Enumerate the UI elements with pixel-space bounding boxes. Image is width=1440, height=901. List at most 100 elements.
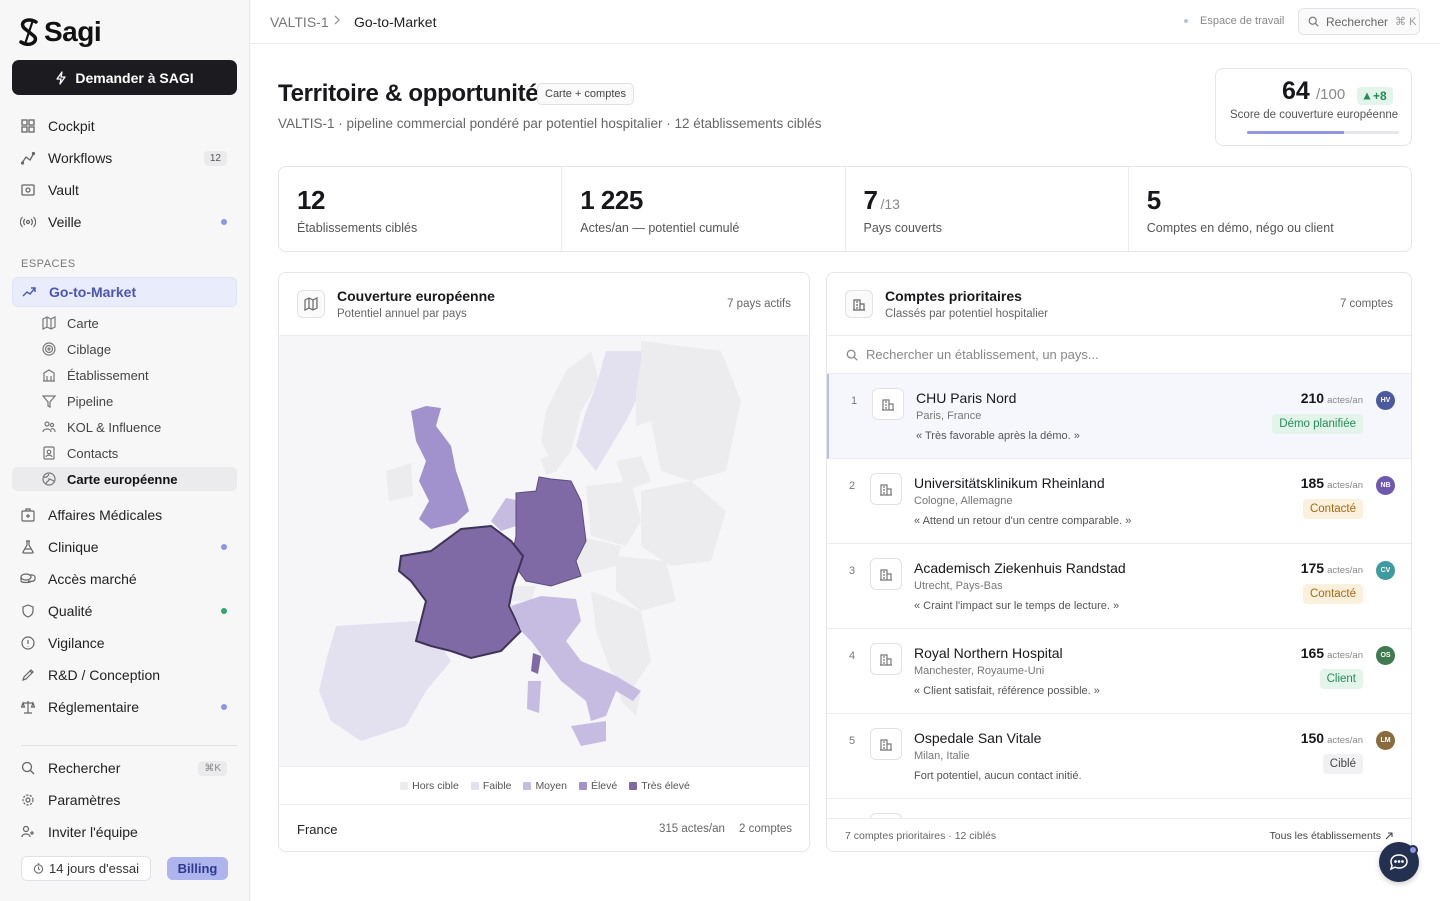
breadcrumb-current: Go-to-Market — [354, 14, 437, 30]
all-establishments-link[interactable]: Tous les établissements — [1270, 830, 1393, 842]
owner-avatar[interactable]: CV — [1376, 561, 1395, 580]
sub-label: KOL & Influence — [67, 419, 162, 435]
owner-avatar[interactable]: LM — [1376, 731, 1395, 750]
account-row[interactable]: 4 Royal Northern Hospital Manchester, Roya… — [827, 629, 1411, 714]
billing-button[interactable]: Billing — [167, 857, 228, 880]
europe-map-svg — [319, 341, 741, 746]
sub-contacts[interactable]: Contacts — [12, 441, 237, 465]
gear-icon — [20, 792, 36, 808]
account-note: « Craint l'impact sur le temps de lectur… — [914, 600, 1120, 612]
notification-dot — [1408, 845, 1418, 855]
sub-kol-influence[interactable]: KOL & Influence — [12, 415, 237, 439]
chat-bubble-icon — [1389, 854, 1408, 871]
country-ireland[interactable] — [386, 463, 413, 501]
country-sardinia[interactable] — [527, 681, 541, 713]
timer-icon — [33, 863, 44, 874]
country-france[interactable] — [397, 524, 525, 660]
country-germany[interactable] — [510, 476, 587, 587]
nav-rd-conception[interactable]: R&D / Conception — [12, 660, 237, 690]
account-name: Ospedale San Vitale — [914, 730, 1042, 746]
nav-qualite[interactable]: Qualité — [12, 596, 237, 626]
country-poland[interactable] — [586, 481, 641, 546]
building-icon — [845, 290, 873, 318]
nav-rechercher[interactable]: Rechercher ⌘K — [12, 753, 237, 783]
kpi-card: 7/13 Pays couverts — [846, 167, 1129, 251]
owner-avatar[interactable]: OS — [1376, 646, 1395, 665]
kpi-label: Établissements ciblés — [297, 221, 418, 235]
score-label: Score de couverture européenne — [1230, 109, 1399, 121]
owner-avatar[interactable]: HV — [1376, 391, 1395, 410]
shield-icon — [20, 603, 36, 619]
account-rank: 3 — [849, 565, 856, 577]
brand-logo[interactable]: Sagi — [18, 16, 102, 48]
sub-carte-europeenne[interactable]: Carte européenne — [12, 467, 237, 491]
workspace-label: Espace de travail — [1200, 15, 1285, 27]
country-hungary-romania[interactable] — [616, 556, 676, 611]
europe-map[interactable] — [279, 336, 809, 767]
account-row[interactable]: 3 Academisch Ziekenhuis Randstad Utrecht, … — [827, 544, 1411, 629]
country-uk[interactable] — [411, 406, 469, 529]
account-row[interactable]: 2 Universitätsklinikum Rheinland Cologne, … — [827, 459, 1411, 544]
ask-sagi-button[interactable]: Demander à SAGI — [12, 60, 237, 95]
account-search-field[interactable]: Rechercher un établissement, un pays... — [827, 336, 1411, 374]
coins-icon — [20, 571, 36, 587]
sub-ciblage[interactable]: Ciblage — [12, 337, 237, 361]
nav-affaires-medicales[interactable]: Affaires Médicales — [12, 500, 237, 530]
trial-badge[interactable]: 14 jours d'essai — [21, 856, 151, 881]
sub-carte[interactable]: Carte — [12, 311, 237, 335]
search-icon — [846, 349, 858, 361]
chevron-right-icon — [333, 14, 341, 26]
nav-reglementaire[interactable]: Réglementaire — [12, 692, 237, 722]
sub-pipeline[interactable]: Pipeline — [12, 389, 237, 413]
nav-veille[interactable]: Veille — [12, 207, 237, 237]
workspace-dot — [1184, 19, 1188, 23]
sidebar: Sagi Demander à SAGI Cockpit Workflows 1… — [0, 0, 250, 901]
sub-label: Carte européenne — [67, 471, 178, 487]
scale-icon — [20, 699, 36, 715]
nav-label: Qualité — [48, 603, 93, 619]
nav-go-to-market[interactable]: Go-to-Market — [12, 277, 237, 307]
nav-inviter-equipe[interactable]: Inviter l'équipe — [12, 817, 237, 847]
account-row[interactable]: 5 Ospedale San Vitale Milan, Italie Fort po… — [827, 714, 1411, 799]
kpi-value: 7/13 — [863, 185, 900, 215]
owner-avatar[interactable]: NB — [1376, 476, 1395, 495]
sub-etablissement[interactable]: Établissement — [12, 363, 237, 387]
target-icon — [42, 342, 56, 356]
global-search-button[interactable]: Rechercher ⌘ K — [1298, 8, 1420, 35]
nav-label: Paramètres — [48, 792, 121, 808]
country-sicily[interactable] — [571, 721, 606, 746]
nav-clinique[interactable]: Clinique — [12, 532, 237, 562]
legend-item: Moyen — [523, 780, 567, 792]
card-title: Couverture européenne — [337, 288, 495, 304]
nav-workflows[interactable]: Workflows 12 — [12, 143, 237, 173]
sub-label: Ciblage — [67, 341, 112, 357]
legend-swatch — [578, 781, 587, 790]
nav-label: Inviter l'équipe — [48, 824, 138, 840]
nav-label: Accès marché — [48, 571, 137, 587]
nav-vigilance[interactable]: Vigilance — [12, 628, 237, 658]
account-row[interactable]: 1 CHU Paris Nord Paris, France « Très favor… — [827, 374, 1411, 459]
country-belarus-ukraine[interactable] — [641, 481, 726, 566]
nav-label: Vault — [48, 182, 79, 198]
chat-launcher-button[interactable] — [1379, 842, 1419, 882]
shortcut-hint: ⌘K — [198, 760, 227, 776]
account-row-partial[interactable] — [827, 799, 1411, 818]
nav-acces-marche[interactable]: Accès marché — [12, 564, 237, 594]
nav-parametres[interactable]: Paramètres — [12, 785, 237, 815]
kpi-value: 1 225 — [580, 185, 643, 215]
radar-icon — [20, 214, 36, 230]
contact-icon — [42, 446, 56, 460]
alert-icon — [20, 635, 36, 651]
legend-item: Élevé — [578, 780, 617, 792]
nav-label: Workflows — [48, 150, 113, 166]
people-icon — [42, 420, 56, 434]
filter-icon — [42, 394, 56, 408]
breadcrumb-root[interactable]: VALTIS-1 — [270, 14, 329, 30]
nav-cockpit[interactable]: Cockpit — [12, 111, 237, 141]
priority-accounts-card: Comptes prioritaires Classés par potenti… — [826, 272, 1412, 852]
country-corsica[interactable] — [531, 653, 541, 674]
nav-vault[interactable]: Vault — [12, 175, 237, 205]
workspace-indicator[interactable]: Espace de travail — [1184, 15, 1284, 27]
card-subtitle: Classés par potentiel hospitalier — [885, 308, 1049, 320]
legend-swatch — [400, 781, 409, 790]
